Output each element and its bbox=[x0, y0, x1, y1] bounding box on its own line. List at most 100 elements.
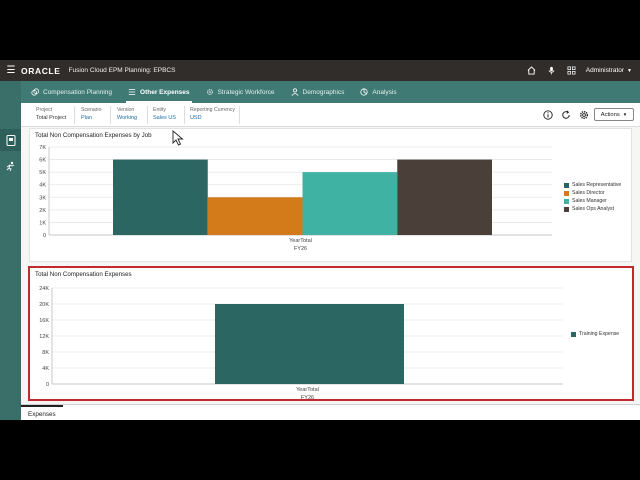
x-category-label: YearTotal bbox=[289, 238, 312, 244]
legend-item[interactable]: Sales Director bbox=[564, 189, 621, 197]
hamburger-menu-icon[interactable]: ☰ bbox=[2, 60, 20, 81]
oracle-logo: ORACLE bbox=[21, 65, 61, 76]
rail-dashboard-button[interactable] bbox=[0, 129, 21, 151]
bar-training-expense bbox=[215, 304, 404, 384]
info-icon[interactable] bbox=[542, 109, 554, 121]
main-tab-bar: Compensation Planning Other Expenses Str… bbox=[21, 81, 640, 103]
x-group-label: FY26 bbox=[301, 395, 314, 399]
tab-label: Strategic Workforce bbox=[217, 88, 275, 96]
pov-value: Sales US bbox=[153, 115, 176, 121]
tab-label: Other Expenses bbox=[140, 88, 190, 96]
actions-label: Actions bbox=[600, 111, 620, 118]
divider bbox=[239, 106, 240, 124]
coins-icon bbox=[31, 88, 39, 96]
divider bbox=[74, 106, 75, 124]
pov-toolbar bbox=[542, 109, 590, 121]
pov-label: Version bbox=[117, 107, 135, 113]
legend-item[interactable]: Sales Ops Analyst bbox=[564, 205, 621, 213]
y-tick-label: 7K bbox=[39, 145, 46, 151]
y-tick-label: 24K bbox=[39, 286, 49, 292]
home-icon[interactable] bbox=[526, 65, 538, 77]
tab-analysis[interactable]: Analysis bbox=[352, 81, 404, 103]
y-tick-label: 6K bbox=[39, 158, 46, 164]
bar-sales-ops-analyst bbox=[397, 159, 492, 235]
y-tick-label: 8K bbox=[42, 350, 49, 356]
chart-panel-expenses-by-job[interactable]: Total Non Compensation Expenses by Job 0… bbox=[29, 128, 632, 262]
refresh-icon[interactable] bbox=[560, 109, 572, 121]
legend-label: Sales Manager bbox=[572, 198, 607, 204]
user-menu[interactable]: Administrator ▼ bbox=[586, 67, 632, 74]
chart-svg: 0 1K 2K 3K 4K 5K 6K 7K YearTotal FY26 bbox=[39, 145, 552, 252]
global-header: ☰ ORACLE Fusion Cloud EPM Planning: EPBC… bbox=[0, 60, 640, 81]
chart-legend: Training Expense bbox=[571, 330, 619, 338]
tab-demographics[interactable]: Demographics bbox=[283, 81, 353, 103]
pov-version[interactable]: Version Working bbox=[117, 107, 137, 121]
gear-icon[interactable] bbox=[578, 109, 590, 121]
legend-item[interactable]: Training Expense bbox=[571, 330, 619, 338]
divider bbox=[110, 106, 111, 124]
tab-label: Analysis bbox=[372, 88, 397, 96]
bar-sales-director bbox=[207, 197, 303, 235]
legend-label: Training Expense bbox=[579, 331, 620, 337]
legend-item[interactable]: Sales Representative bbox=[564, 181, 621, 189]
chart-panel-expenses-total[interactable]: Total Non Compensation Expenses 0 4K 8K 12K… bbox=[28, 266, 634, 401]
legend-swatch bbox=[571, 331, 576, 337]
legend-label: Sales Director bbox=[572, 190, 605, 196]
y-tick-label: 1K bbox=[39, 220, 46, 226]
list-icon bbox=[128, 89, 136, 95]
legend-swatch bbox=[564, 198, 569, 204]
actions-menu-button[interactable]: Actions ▼ bbox=[594, 108, 634, 121]
app-screen: ☰ ORACLE Fusion Cloud EPM Planning: EPBC… bbox=[0, 60, 640, 420]
tab-label: Demographics bbox=[302, 88, 345, 96]
legend-swatch bbox=[564, 190, 569, 196]
pov-value: USD bbox=[190, 115, 202, 121]
gear-people-icon bbox=[206, 89, 213, 95]
rail-runner-button[interactable] bbox=[0, 155, 21, 177]
tab-strategic-workforce[interactable]: Strategic Workforce bbox=[198, 81, 283, 103]
microphone-icon[interactable] bbox=[546, 65, 558, 77]
pov-label: Scenario bbox=[81, 107, 102, 113]
legend-item[interactable]: Sales Manager bbox=[564, 197, 621, 205]
y-tick-label: 16K bbox=[39, 318, 49, 324]
y-tick-label: 4K bbox=[39, 183, 46, 189]
legend-swatch bbox=[564, 206, 569, 212]
tab-expenses[interactable]: Expenses bbox=[21, 405, 63, 420]
pov-scenario[interactable]: Scenario Plan bbox=[81, 107, 101, 121]
y-tick-label: 0 bbox=[43, 233, 46, 239]
y-tick-label: 12K bbox=[39, 334, 49, 340]
x-category-label: YearTotal bbox=[296, 387, 319, 393]
legend-swatch bbox=[564, 182, 569, 188]
x-group-label: FY26 bbox=[294, 246, 307, 252]
pov-value: Working bbox=[117, 115, 138, 121]
chart-icon bbox=[360, 88, 369, 96]
pov-value: Total Project bbox=[36, 115, 67, 121]
chart-svg: 0 4K 8K 12K 16K 20K 24K YearTotal FY26 bbox=[39, 286, 563, 399]
pov-entity[interactable]: Entity Sales US bbox=[153, 107, 176, 121]
legend-label: Sales Representative bbox=[572, 182, 622, 188]
legend-label: Sales Ops Analyst bbox=[572, 206, 615, 212]
y-tick-label: 2K bbox=[39, 208, 46, 214]
pov-project[interactable]: Project Total Project bbox=[36, 107, 66, 121]
y-tick-label: 20K bbox=[39, 302, 49, 308]
y-tick-label: 4K bbox=[42, 366, 49, 372]
tab-label: Compensation Planning bbox=[43, 88, 113, 96]
pov-value: Plan bbox=[81, 115, 93, 121]
tab-other-expenses[interactable]: Other Expenses bbox=[120, 81, 198, 103]
y-tick-label: 3K bbox=[39, 195, 46, 201]
chart-legend: Sales Representative Sales Director Sales … bbox=[564, 181, 621, 213]
pov-label: Project bbox=[36, 107, 53, 113]
y-tick-label: 5K bbox=[39, 170, 46, 176]
pov-label: Reporting Currency bbox=[190, 107, 235, 113]
divider bbox=[147, 106, 148, 124]
bottom-tab-bar: Expenses bbox=[21, 404, 640, 420]
mouse-cursor-icon bbox=[172, 130, 184, 146]
left-rail bbox=[0, 81, 21, 420]
bar-sales-representative bbox=[113, 159, 208, 235]
runner-icon bbox=[6, 161, 15, 171]
pov-label: Entity bbox=[153, 107, 166, 113]
tab-compensation-planning[interactable]: Compensation Planning bbox=[23, 81, 120, 103]
divider bbox=[184, 106, 185, 124]
user-name: Administrator bbox=[585, 67, 625, 74]
pov-currency[interactable]: Reporting Currency USD bbox=[190, 107, 235, 121]
apps-grid-icon[interactable] bbox=[566, 65, 578, 77]
